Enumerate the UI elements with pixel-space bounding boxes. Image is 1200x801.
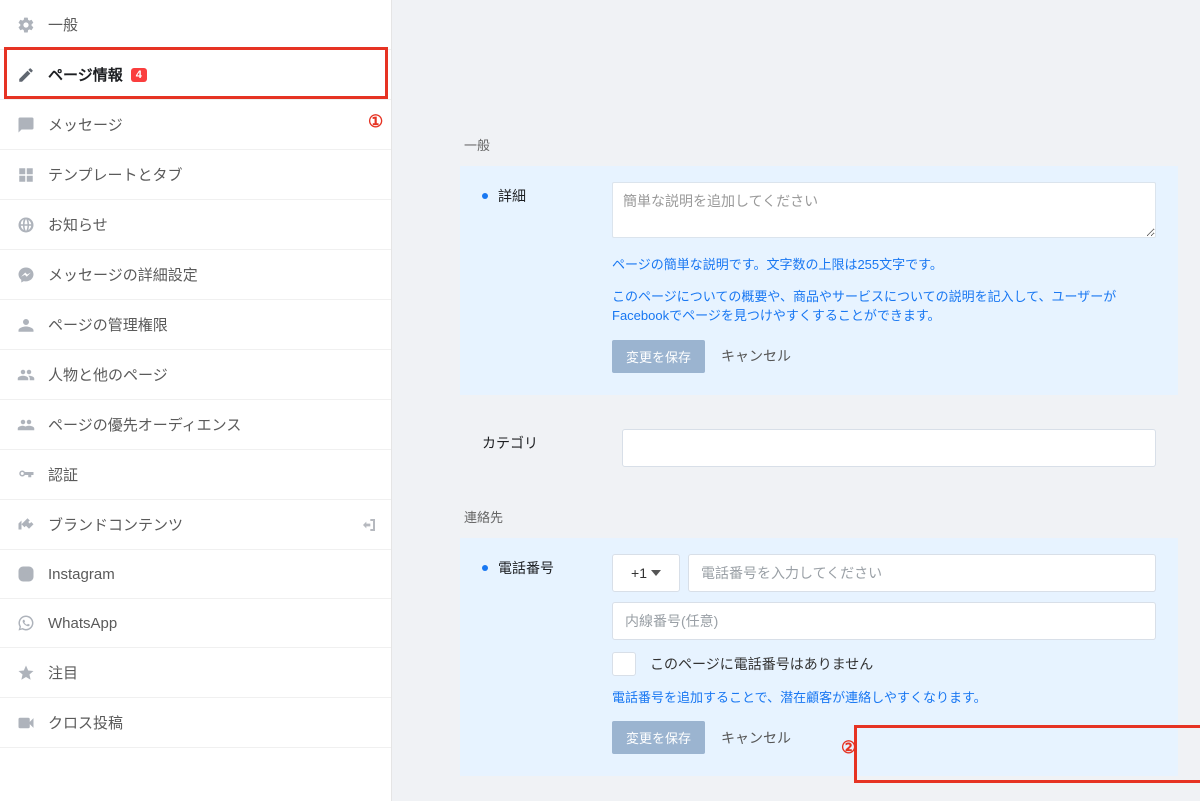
no-phone-label: このページに電話番号はありません [650, 654, 873, 674]
sidebar-item-page-roles[interactable]: ページの管理権限 [0, 300, 391, 350]
phone-input[interactable] [688, 554, 1156, 592]
settings-sidebar: 一般 ページ情報 4 メッセージ テンプレートとタブ お知らせ メッセージの詳細… [0, 0, 392, 801]
sidebar-item-label: テンプレートとタブ [48, 164, 183, 185]
detail-panel: 詳細 ページの簡単な説明です。文字数の上限は255文字です。 このページについて… [460, 166, 1178, 395]
sidebar-item-label: お知らせ [48, 214, 108, 235]
sidebar-item-label: WhatsApp [48, 615, 117, 632]
sidebar-item-label: ページの管理権限 [48, 314, 168, 335]
chevron-down-icon [651, 570, 661, 576]
no-phone-checkbox[interactable] [612, 652, 636, 676]
instagram-icon [16, 564, 36, 584]
messenger-icon [16, 265, 36, 285]
detail-help-2: このページについての概要や、商品やサービスについての説明を記入して、ユーザーがF… [612, 287, 1156, 326]
audience-icon [16, 415, 36, 435]
globe-icon [16, 215, 36, 235]
phone-help: 電話番号を追加することで、潜在顧客が連絡しやすくなります。 [612, 688, 1156, 708]
sidebar-item-branded-content[interactable]: ブランドコンテンツ [0, 500, 391, 550]
video-icon [16, 713, 36, 733]
save-button-detail[interactable]: 変更を保存 [612, 340, 705, 373]
grid-icon [16, 165, 36, 185]
key-icon [16, 465, 36, 485]
sidebar-item-page-info[interactable]: ページ情報 4 [0, 50, 391, 100]
sidebar-item-label: Instagram [48, 566, 115, 583]
sidebar-item-auth[interactable]: 認証 [0, 450, 391, 500]
sidebar-item-label: 一般 [48, 14, 78, 35]
sidebar-item-crosspost[interactable]: クロス投稿 [0, 698, 391, 748]
save-button-phone[interactable]: 変更を保存 [612, 721, 705, 754]
extension-input[interactable] [612, 602, 1156, 640]
country-code-select[interactable]: +1 [612, 554, 680, 592]
main-panel: 一般 詳細 ページの簡単な説明です。文字数の上限は255文字です。 このページに… [392, 0, 1200, 801]
exit-icon [361, 517, 377, 533]
detail-textarea[interactable] [612, 182, 1156, 238]
sidebar-item-whatsapp[interactable]: WhatsApp [0, 599, 391, 648]
sidebar-item-label: 認証 [48, 464, 78, 485]
sidebar-item-label: メッセージの詳細設定 [48, 264, 198, 285]
sidebar-item-preferred-audience[interactable]: ページの優先オーディエンス [0, 400, 391, 450]
sidebar-item-templates[interactable]: テンプレートとタブ [0, 150, 391, 200]
section-title-contact: 連絡先 [464, 507, 1200, 526]
cancel-button-phone[interactable]: キャンセル [721, 728, 791, 748]
bullet-icon [482, 193, 488, 199]
website-panel: ウェブサイト [460, 794, 1178, 801]
sidebar-item-label: ページ情報 [48, 64, 123, 85]
annotation-number-2: ② [841, 738, 856, 758]
people-icon [16, 365, 36, 385]
cancel-button-detail[interactable]: キャンセル [721, 346, 791, 366]
sidebar-item-label: ページの優先オーディエンス [48, 414, 241, 435]
section-title-general: 一般 [464, 135, 1200, 154]
star-icon [16, 663, 36, 683]
sidebar-item-notifications[interactable]: お知らせ [0, 200, 391, 250]
category-panel: カテゴリ [460, 413, 1178, 489]
badge-count: 4 [131, 68, 147, 82]
field-label-category: カテゴリ [482, 433, 538, 453]
field-label-detail: 詳細 [498, 186, 526, 206]
category-input[interactable] [622, 429, 1156, 467]
sidebar-item-label: ブランドコンテンツ [48, 514, 183, 535]
annotation-number-1: ① [368, 112, 383, 132]
sidebar-item-instagram[interactable]: Instagram [0, 550, 391, 599]
handshake-icon [16, 515, 36, 535]
pencil-icon [16, 65, 36, 85]
whatsapp-icon [16, 613, 36, 633]
bullet-icon [482, 565, 488, 571]
person-icon [16, 315, 36, 335]
phone-panel: 電話番号 +1 このページに電話番号はありません 電話番号を追加することで、潜在… [460, 538, 1178, 777]
sidebar-item-message-advanced[interactable]: メッセージの詳細設定 [0, 250, 391, 300]
gear-icon [16, 15, 36, 35]
sidebar-item-label: クロス投稿 [48, 712, 123, 733]
sidebar-item-featured[interactable]: 注目 [0, 648, 391, 698]
field-label-phone: 電話番号 [498, 558, 554, 578]
chat-icon [16, 115, 36, 135]
sidebar-item-general[interactable]: 一般 [0, 0, 391, 50]
sidebar-item-label: 人物と他のページ [48, 364, 168, 385]
sidebar-item-label: メッセージ [48, 114, 123, 135]
sidebar-item-people-pages[interactable]: 人物と他のページ [0, 350, 391, 400]
sidebar-item-messages[interactable]: メッセージ [0, 100, 391, 150]
sidebar-item-label: 注目 [48, 662, 78, 683]
detail-help-1: ページの簡単な説明です。文字数の上限は255文字です。 [612, 255, 1156, 275]
